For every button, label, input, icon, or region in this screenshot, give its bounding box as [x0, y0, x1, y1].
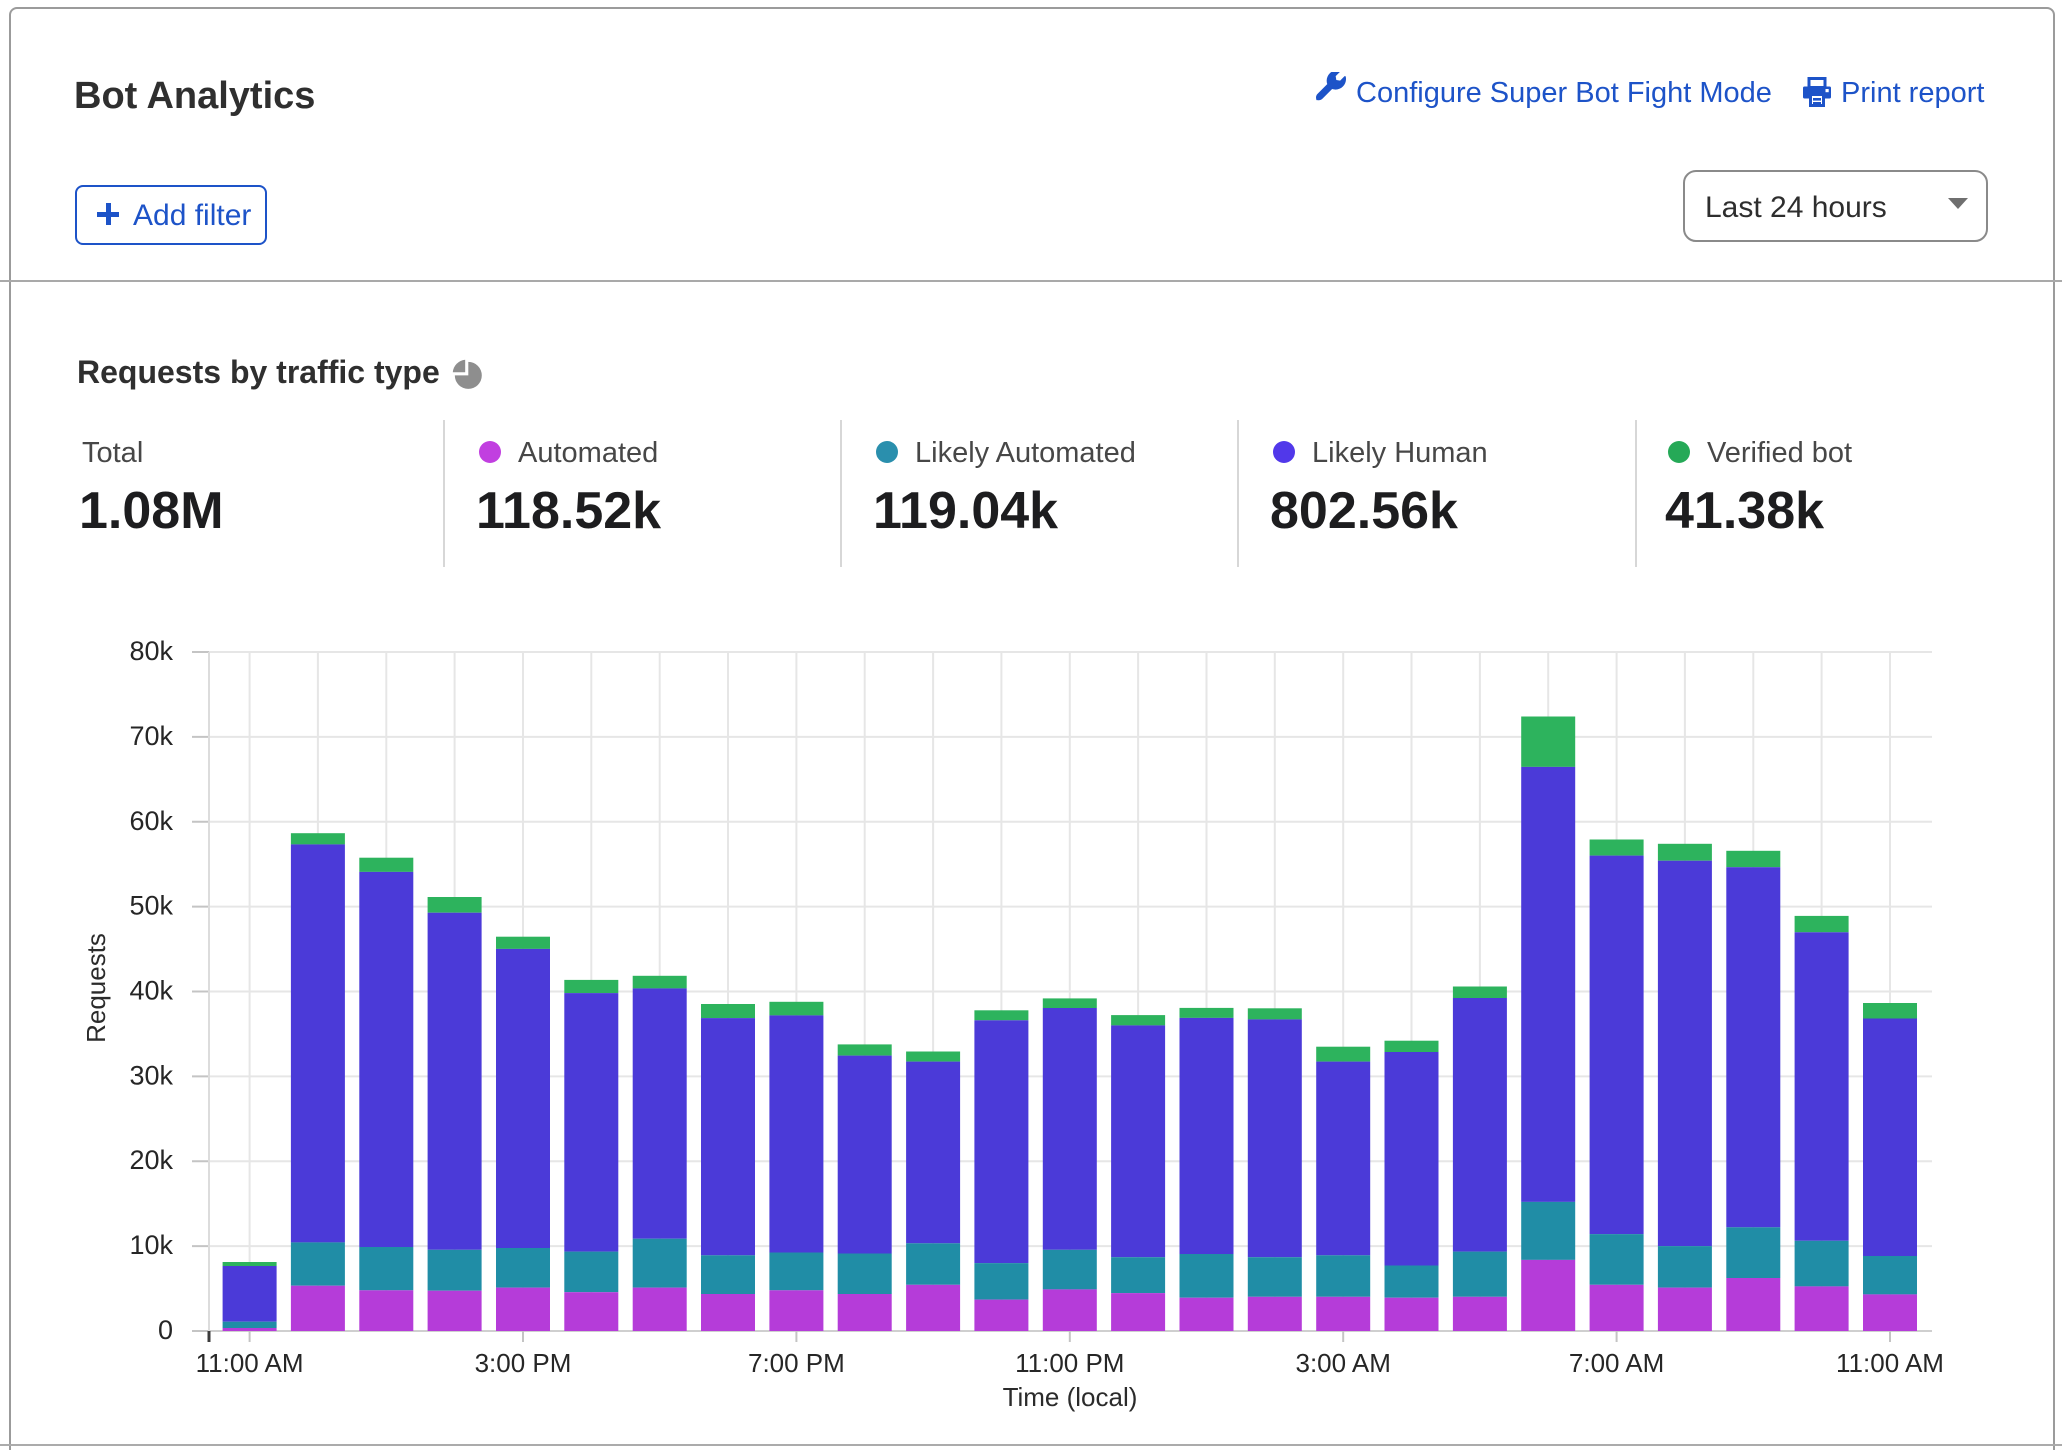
svg-text:Time (local): Time (local) — [1003, 1382, 1138, 1412]
svg-text:11:00 PM: 11:00 PM — [1015, 1348, 1124, 1378]
svg-text:30k: 30k — [129, 1060, 173, 1090]
svg-text:3:00 PM: 3:00 PM — [475, 1348, 572, 1378]
svg-text:7:00 AM: 7:00 AM — [1569, 1348, 1664, 1378]
svg-text:11:00 AM: 11:00 AM — [1836, 1348, 1944, 1378]
svg-text:Requests: Requests — [81, 933, 111, 1043]
svg-text:10k: 10k — [129, 1230, 173, 1260]
svg-text:20k: 20k — [129, 1145, 173, 1175]
svg-text:40k: 40k — [129, 976, 173, 1006]
svg-text:0: 0 — [158, 1315, 173, 1345]
svg-text:60k: 60k — [129, 806, 173, 836]
svg-text:11:00 AM: 11:00 AM — [196, 1348, 304, 1378]
svg-text:7:00 PM: 7:00 PM — [748, 1348, 845, 1378]
svg-text:3:00 AM: 3:00 AM — [1295, 1348, 1390, 1378]
svg-text:80k: 80k — [129, 636, 173, 666]
svg-text:50k: 50k — [129, 891, 173, 921]
svg-text:70k: 70k — [129, 721, 173, 751]
